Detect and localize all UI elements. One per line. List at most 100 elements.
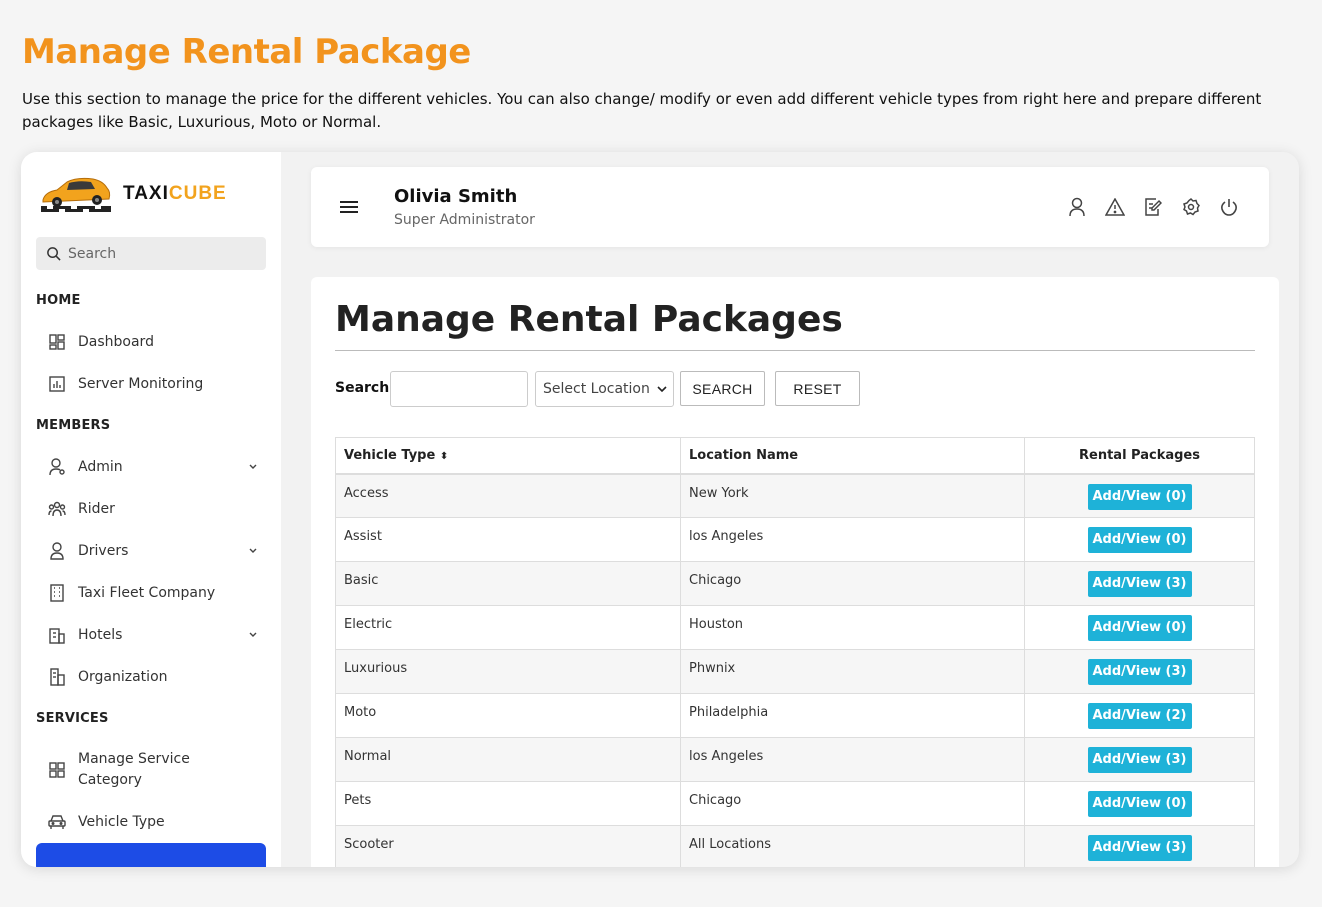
sidebar: TAXICUBE Search HOME Dashboard Server Mo… <box>21 152 281 867</box>
sidebar-item-label: Organization <box>78 669 168 685</box>
vehicle-type-cell: Pets <box>335 781 681 826</box>
top-bar: Olivia Smith Super Administrator <box>311 167 1269 247</box>
vehicle-type-cell: Luxurious <box>335 649 681 694</box>
column-header-rental-packages: Rental Packages <box>1024 437 1255 475</box>
add-view-packages-button[interactable]: Add/View (3) <box>1087 747 1192 773</box>
location-cell: Houston <box>680 605 1025 650</box>
search-input[interactable] <box>390 371 528 407</box>
driver-icon <box>47 541 67 561</box>
sidebar-item-admin[interactable]: Admin <box>36 457 266 477</box>
location-cell: Chicago <box>680 561 1025 606</box>
location-cell: los Angeles <box>680 517 1025 562</box>
table-row: Assist los Angeles Add/View (0) <box>335 517 1255 562</box>
table-row: Electric Houston Add/View (0) <box>335 605 1255 650</box>
vehicle-type-cell: Access <box>335 473 681 518</box>
brand-name: TAXICUBE <box>123 183 227 204</box>
sidebar-item-hotels[interactable]: Hotels <box>36 625 266 645</box>
vehicle-type-cell: Basic <box>335 561 681 606</box>
chart-icon <box>47 374 67 394</box>
main-content: Olivia Smith Super Administrator Manage … <box>281 152 1299 867</box>
hotel-icon <box>47 625 67 645</box>
table-row: Access New York Add/View (0) <box>335 473 1255 518</box>
edit-icon[interactable] <box>1143 197 1163 217</box>
vehicle-type-cell: Moto <box>335 693 681 738</box>
table-row: Basic Chicago Add/View (3) <box>335 561 1255 606</box>
organization-icon <box>47 667 67 687</box>
user-icon[interactable] <box>1067 197 1087 217</box>
table-row: Luxurious Phwnix Add/View (3) <box>335 649 1255 694</box>
user-name: Olivia Smith <box>394 186 518 207</box>
sidebar-item-server-monitoring[interactable]: Server Monitoring <box>36 374 266 394</box>
rental-packages-table: Vehicle Type ⬍ Location Name Rental Pack… <box>335 437 1255 867</box>
sidebar-item-organization[interactable]: Organization <box>36 667 266 687</box>
sidebar-item-taxi-fleet-company[interactable]: Taxi Fleet Company <box>36 583 266 603</box>
table-row: Pets Chicago Add/View (0) <box>335 781 1255 826</box>
sidebar-item-drivers[interactable]: Drivers <box>36 541 266 561</box>
add-view-packages-button[interactable]: Add/View (2) <box>1087 703 1192 729</box>
sidebar-item-label: Taxi Fleet Company <box>78 585 216 601</box>
table-row: Scooter All Locations Add/View (3) <box>335 825 1255 867</box>
settings-icon[interactable] <box>1181 197 1201 217</box>
add-view-packages-button[interactable]: Add/View (3) <box>1087 659 1192 685</box>
chevron-down-icon <box>249 548 257 553</box>
add-view-packages-button[interactable]: Add/View (3) <box>1087 835 1192 861</box>
building-icon <box>47 583 67 603</box>
location-cell: Philadelphia <box>680 693 1025 738</box>
nav-section-services: SERVICES <box>36 711 109 726</box>
location-cell: All Locations <box>680 825 1025 867</box>
dashboard-icon <box>47 332 67 352</box>
reset-button[interactable]: RESET <box>775 371 860 406</box>
vehicle-type-cell: Scooter <box>335 825 681 867</box>
location-select-value: Select Location <box>543 381 650 397</box>
nav-section-members: MEMBERS <box>36 418 111 433</box>
taxi-car-icon <box>41 177 111 212</box>
sort-icon[interactable]: ⬍ <box>440 451 448 462</box>
sidebar-item-label: Drivers <box>78 543 129 559</box>
page-description: Use this section to manage the price for… <box>22 90 1262 131</box>
sidebar-item-label: Manage Service Category <box>78 751 190 788</box>
sidebar-item-label: Vehicle Type <box>78 814 165 830</box>
rental-packages-card: Manage Rental Packages Search: Select Lo… <box>311 277 1279 867</box>
sidebar-search-input[interactable]: Search <box>36 237 266 270</box>
sidebar-item-label: Hotels <box>78 627 123 643</box>
header-actions <box>1067 197 1239 217</box>
page-title: Manage Rental Packages <box>335 299 843 340</box>
search-button[interactable]: SEARCH <box>680 371 765 406</box>
add-view-packages-button[interactable]: Add/View (0) <box>1087 483 1192 510</box>
location-cell: Phwnix <box>680 649 1025 694</box>
add-view-packages-button[interactable]: Add/View (3) <box>1087 571 1192 597</box>
sidebar-item-rider[interactable]: Rider <box>36 499 266 519</box>
add-view-packages-button[interactable]: Add/View (0) <box>1087 791 1192 817</box>
chevron-down-icon <box>657 386 667 393</box>
table-header-row: Vehicle Type ⬍ Location Name Rental Pack… <box>335 437 1255 475</box>
sidebar-item-label: Dashboard <box>78 334 154 350</box>
sidebar-item-label: Server Monitoring <box>78 376 204 392</box>
sidebar-search-placeholder: Search <box>68 245 117 262</box>
car-icon <box>47 812 67 832</box>
sidebar-item-manage-service-category[interactable]: Manage Service Category <box>36 749 266 791</box>
page-heading: Manage Rental Package <box>22 32 471 72</box>
add-view-packages-button[interactable]: Add/View (0) <box>1087 615 1192 641</box>
column-header-vehicle-type[interactable]: Vehicle Type ⬍ <box>335 437 681 475</box>
sidebar-item-active[interactable] <box>36 843 266 867</box>
sidebar-item-dashboard[interactable]: Dashboard <box>36 332 266 352</box>
sidebar-item-vehicle-type[interactable]: Vehicle Type <box>36 812 266 832</box>
group-icon <box>47 499 67 519</box>
search-icon <box>47 247 61 261</box>
nav-section-home: HOME <box>36 293 81 308</box>
brand-logo[interactable]: TAXICUBE <box>37 172 227 216</box>
table-row: Normal los Angeles Add/View (3) <box>335 737 1255 782</box>
location-cell: Chicago <box>680 781 1025 826</box>
table-row: Moto Philadelphia Add/View (2) <box>335 693 1255 738</box>
power-icon[interactable] <box>1219 197 1239 217</box>
sidebar-item-label: Rider <box>78 501 115 517</box>
chevron-down-icon <box>249 632 257 637</box>
admin-user-icon <box>47 457 67 477</box>
location-select[interactable]: Select Location <box>535 371 674 407</box>
add-view-packages-button[interactable]: Add/View (0) <box>1087 527 1192 553</box>
chevron-down-icon <box>249 464 257 469</box>
menu-icon[interactable] <box>340 200 358 214</box>
alert-icon[interactable] <box>1105 197 1125 217</box>
grid-icon <box>47 760 67 780</box>
location-cell: los Angeles <box>680 737 1025 782</box>
